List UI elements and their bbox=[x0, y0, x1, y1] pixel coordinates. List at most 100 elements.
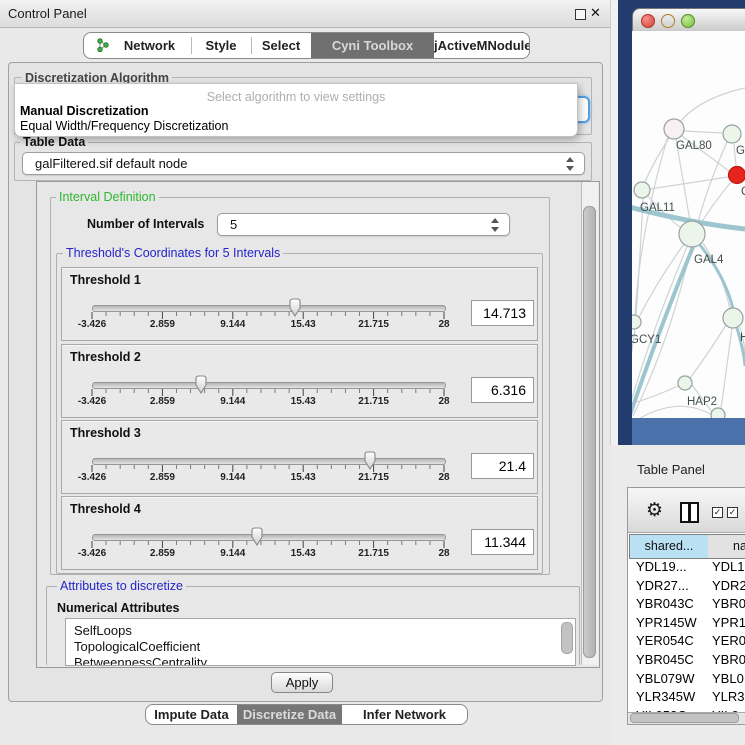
tab-select[interactable]: Select bbox=[251, 33, 311, 58]
network-edge[interactable] bbox=[680, 88, 745, 122]
network-node[interactable] bbox=[634, 182, 650, 198]
threshold-value-field[interactable]: 11.344 bbox=[471, 529, 534, 555]
tab-network[interactable]: Network bbox=[84, 33, 191, 58]
cell-name: YDR2 bbox=[712, 578, 745, 593]
slider-track[interactable] bbox=[92, 382, 446, 389]
network-edge[interactable] bbox=[684, 131, 722, 133]
network-node[interactable] bbox=[723, 125, 741, 143]
tab-cyni-toolbox[interactable]: Cyni Toolbox bbox=[311, 33, 434, 58]
slider-handle[interactable] bbox=[193, 375, 209, 395]
network-edge[interactable] bbox=[632, 406, 712, 418]
close-icon[interactable]: ✕ bbox=[590, 5, 601, 21]
float-window-icon[interactable] bbox=[575, 9, 586, 20]
cell-name: YBL0 bbox=[712, 671, 744, 686]
slider-handle[interactable] bbox=[362, 451, 378, 471]
network-node-label: GA bbox=[736, 145, 745, 157]
number-of-intervals-combobox[interactable]: 5 bbox=[217, 213, 510, 236]
close-traffic-light-icon[interactable] bbox=[641, 14, 655, 28]
slider-handle[interactable] bbox=[249, 527, 265, 547]
table-row[interactable]: YDL19...YDL1 bbox=[629, 558, 745, 577]
cell-name: YPR1 bbox=[712, 615, 745, 630]
threshold-value-field[interactable]: 14.713 bbox=[471, 300, 534, 326]
table-row[interactable]: YBR043CYBR0 bbox=[629, 595, 745, 614]
slider-tick-label: 2.859 bbox=[134, 548, 190, 559]
checkbox-icon[interactable]: ✓ bbox=[712, 507, 723, 518]
table-row[interactable]: YPR145WYPR1 bbox=[629, 614, 745, 633]
slider-track[interactable] bbox=[92, 458, 446, 465]
network-edge[interactable] bbox=[721, 328, 732, 409]
network-edge[interactable] bbox=[698, 142, 727, 222]
column-header-name[interactable]: na bbox=[708, 534, 745, 559]
network-node[interactable] bbox=[679, 221, 705, 247]
zoom-traffic-light-icon[interactable] bbox=[681, 14, 695, 28]
attributes-group-title: Attributes to discretize bbox=[57, 579, 186, 593]
table-row[interactable]: YER054CYER0 bbox=[629, 632, 745, 651]
algorithm-option-equal-width[interactable]: Equal Width/Frequency Discretization bbox=[20, 119, 228, 133]
slider-tick-label: 28 bbox=[416, 319, 472, 330]
cell-shared-name: YER054C bbox=[636, 633, 694, 648]
table-data-combobox[interactable]: galFiltered.sif default node bbox=[22, 152, 585, 175]
table-row[interactable]: YDR27... YDR2 bbox=[629, 577, 745, 596]
network-edge[interactable] bbox=[636, 198, 643, 315]
slider-tick-label: 28 bbox=[416, 472, 472, 483]
threshold-label: Threshold 1 bbox=[70, 273, 141, 287]
tab-impute-data[interactable]: Impute Data bbox=[146, 705, 237, 724]
network-edge[interactable] bbox=[650, 177, 728, 189]
network-node[interactable] bbox=[711, 408, 725, 418]
column-header-shared-name[interactable]: shared... bbox=[629, 534, 709, 559]
tab-infer-network[interactable]: Infer Network bbox=[342, 705, 467, 724]
cell-shared-name: YDL19... bbox=[636, 559, 687, 574]
network-node[interactable] bbox=[723, 308, 743, 328]
slider-tick-label: 9.144 bbox=[205, 472, 261, 483]
table-rows: YDL19...YDL1YDR27... YDR2 YBR043CYBR0YPR14… bbox=[629, 558, 745, 712]
minimize-traffic-light-icon[interactable] bbox=[661, 14, 675, 28]
attribute-list-item[interactable]: SelfLoops bbox=[66, 623, 575, 639]
slider-tick-label: 28 bbox=[416, 548, 472, 559]
attributes-scrollbar-thumb[interactable] bbox=[561, 622, 573, 654]
table-row[interactable]: YBL079WYBL0 bbox=[629, 670, 745, 689]
network-window-titlebar[interactable] bbox=[632, 8, 745, 33]
combo-arrows-icon bbox=[566, 157, 575, 171]
threshold-panel: Threshold 2-3.4262.8599.14415.4321.71528… bbox=[61, 344, 538, 418]
slider-tick-label: 2.859 bbox=[134, 396, 190, 407]
slider-handle[interactable] bbox=[287, 298, 303, 318]
slider-track[interactable] bbox=[92, 305, 446, 312]
tab-discretize-data[interactable]: Discretize Data bbox=[237, 705, 342, 724]
attribute-list-item[interactable]: BetweennessCentrality bbox=[66, 655, 575, 666]
slider-tick-label: 15.43 bbox=[275, 396, 331, 407]
network-node[interactable] bbox=[632, 315, 641, 329]
algorithm-option-manual[interactable]: Manual Discretization bbox=[20, 104, 149, 118]
gear-icon[interactable]: ⚙ bbox=[646, 499, 663, 522]
tab-jactivemnodules[interactable]: jActiveMNodules bbox=[434, 33, 529, 58]
network-edge[interactable] bbox=[639, 244, 684, 317]
network-node[interactable] bbox=[729, 167, 745, 184]
network-edge[interactable] bbox=[635, 136, 668, 315]
threshold-panel: Threshold 3-3.4262.8599.14415.4321.71528… bbox=[61, 420, 538, 494]
network-edge[interactable] bbox=[700, 182, 731, 225]
cell-shared-name: YBR045C bbox=[636, 652, 694, 667]
algorithm-popup-prompt: Select algorithm to view settings bbox=[15, 90, 577, 104]
checkbox-icon[interactable]: ✓ bbox=[727, 507, 738, 518]
threshold-panel: Threshold 4-3.4262.8599.14415.4321.71528… bbox=[61, 496, 538, 570]
threshold-value-field[interactable]: 6.316 bbox=[471, 377, 534, 403]
screenshot-root: Control Panel ✕ Network Style Select Cyn… bbox=[0, 0, 745, 745]
network-node[interactable] bbox=[678, 376, 692, 390]
table-data-selected-value: galFiltered.sif default node bbox=[35, 153, 187, 174]
table-row[interactable]: YLR345WYLR3 bbox=[629, 688, 745, 707]
cell-shared-name: YDR27... bbox=[636, 578, 689, 593]
settings-scrollbar-thumb[interactable] bbox=[583, 206, 596, 658]
network-node[interactable] bbox=[664, 119, 684, 139]
table-row[interactable]: YBR045CYBR0 bbox=[629, 651, 745, 670]
network-edge[interactable] bbox=[690, 325, 726, 378]
split-view-icon[interactable] bbox=[680, 502, 699, 523]
network-node-label: GAL80 bbox=[676, 140, 712, 152]
attribute-list-item[interactable]: TopologicalCoefficient bbox=[66, 639, 575, 655]
table-hscrollbar-thumb[interactable] bbox=[630, 713, 739, 723]
number-of-intervals-label: Number of Intervals bbox=[87, 217, 204, 231]
network-graph[interactable]: GAL80GACGAL11GAL4GCY1HHAP2 bbox=[632, 31, 745, 418]
combo-arrows-icon bbox=[491, 218, 500, 232]
apply-button[interactable]: Apply bbox=[271, 672, 333, 693]
slider-track[interactable] bbox=[92, 534, 446, 541]
tab-style[interactable]: Style bbox=[191, 33, 251, 58]
threshold-value-field[interactable]: 21.4 bbox=[471, 453, 534, 479]
